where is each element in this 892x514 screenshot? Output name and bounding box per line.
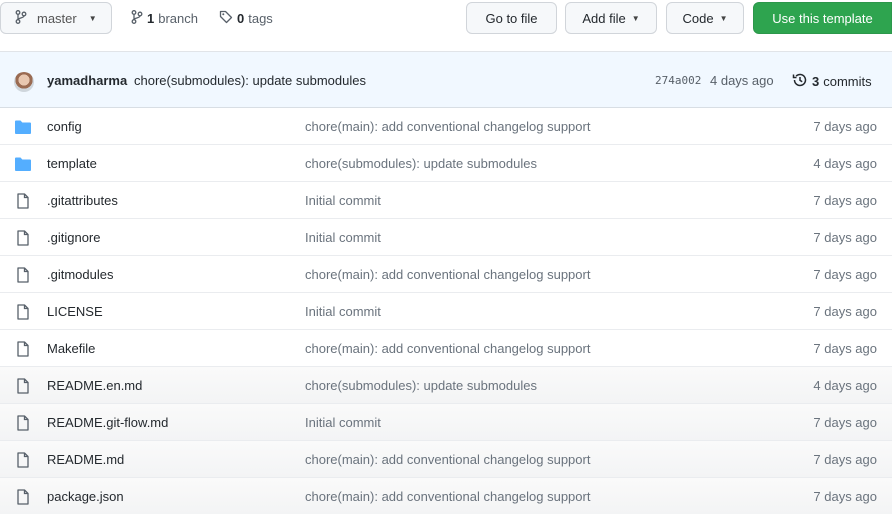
branch-count: 1 [147, 11, 155, 26]
file-row[interactable]: config chore(main): add conventional chan… [0, 108, 892, 145]
file-icon [14, 452, 32, 468]
commit-author[interactable]: yamadharma [47, 73, 127, 88]
branch-icon [15, 9, 27, 27]
commit-age: 4 days ago [710, 73, 774, 88]
file-name-link[interactable]: config [47, 119, 82, 134]
tag-icon [219, 10, 233, 27]
file-row[interactable]: .gitignore Initial commit 7 days ago [0, 219, 892, 256]
use-template-button[interactable]: Use this template [753, 2, 892, 34]
commits-word: commits [823, 74, 872, 89]
file-icon [14, 304, 32, 320]
file-rows: config chore(main): add conventional chan… [0, 108, 892, 514]
file-icon [14, 267, 32, 283]
file-commit-message[interactable]: chore(main): add conventional changelog … [305, 341, 590, 356]
file-commit-age: 7 days ago [813, 341, 877, 356]
file-name-link[interactable]: README.git-flow.md [47, 415, 168, 430]
file-commit-message[interactable]: chore(main): add conventional changelog … [305, 119, 590, 134]
commit-message[interactable]: chore(submodules): update submodules [134, 73, 366, 88]
file-name-link[interactable]: package.json [47, 489, 124, 504]
file-row[interactable]: README.en.md chore(submodules): update su… [0, 367, 892, 404]
file-commit-message[interactable]: chore(main): add conventional changelog … [305, 489, 590, 504]
branch-select-button[interactable]: master ▼ [0, 2, 112, 34]
file-commit-message[interactable]: Initial commit [305, 304, 381, 319]
tags-link[interactable]: 0 tags [219, 10, 273, 27]
file-row[interactable]: README.git-flow.md Initial commit 7 days a… [0, 404, 892, 441]
file-icon [14, 415, 32, 431]
branch-icon [131, 10, 143, 27]
file-commit-message[interactable]: chore(submodules): update submodules [305, 378, 537, 393]
file-row[interactable]: package.json chore(main): add conventiona… [0, 478, 892, 514]
file-commit-message[interactable]: Initial commit [305, 415, 381, 430]
file-row[interactable]: template chore(submodules): update submod… [0, 145, 892, 182]
file-list-box: yamadharma chore(submodules): update sub… [0, 51, 892, 514]
file-commit-age: 7 days ago [813, 489, 877, 504]
branch-name: master [37, 10, 77, 26]
file-commit-age: 7 days ago [813, 452, 877, 467]
commit-sha[interactable]: 274a002 [655, 74, 701, 87]
file-row[interactable]: LICENSE Initial commit 7 days ago [0, 293, 892, 330]
file-name-link[interactable]: .gitmodules [47, 267, 113, 282]
file-commit-age: 7 days ago [813, 304, 877, 319]
file-row[interactable]: Makefile chore(main): add conventional ch… [0, 330, 892, 367]
code-label: Code [682, 10, 714, 26]
go-to-file-label: Go to file [485, 10, 538, 26]
file-commit-age: 7 days ago [813, 230, 877, 245]
folder-icon [14, 156, 32, 172]
file-commit-age: 7 days ago [813, 267, 877, 282]
chevron-down-icon: ▼ [719, 13, 728, 23]
file-commit-age: 7 days ago [813, 119, 877, 134]
file-name-link[interactable]: .gitignore [47, 230, 100, 245]
file-name-link[interactable]: template [47, 156, 97, 171]
chevron-down-icon: ▼ [631, 13, 640, 23]
file-commit-age: 7 days ago [813, 415, 877, 430]
file-name-link[interactable]: README.en.md [47, 378, 142, 393]
latest-commit-bar: yamadharma chore(submodules): update sub… [0, 52, 892, 108]
file-row[interactable]: README.md chore(main): add conventional c… [0, 441, 892, 478]
file-name-link[interactable]: README.md [47, 452, 124, 467]
tag-count: 0 [237, 11, 245, 26]
file-commit-message[interactable]: chore(submodules): update submodules [305, 156, 537, 171]
file-row[interactable]: .gitattributes Initial commit 7 days ago [0, 182, 892, 219]
chevron-down-icon: ▼ [88, 13, 97, 23]
file-icon [14, 378, 32, 394]
file-icon [14, 489, 32, 505]
file-commit-message[interactable]: Initial commit [305, 193, 381, 208]
add-file-label: Add file [582, 10, 626, 26]
code-button[interactable]: Code ▼ [666, 2, 744, 34]
file-commit-age: 4 days ago [813, 156, 877, 171]
file-commit-message[interactable]: chore(main): add conventional changelog … [305, 452, 590, 467]
file-commit-age: 7 days ago [813, 193, 877, 208]
file-icon [14, 341, 32, 357]
commits-count: 3 [812, 74, 820, 89]
use-template-label: Use this template [772, 10, 873, 26]
avatar[interactable] [14, 72, 34, 92]
history-icon [792, 72, 808, 91]
file-icon [14, 193, 32, 209]
file-name-link[interactable]: LICENSE [47, 304, 103, 319]
commits-history-link[interactable]: 3 commits [792, 72, 872, 91]
folder-icon [14, 119, 32, 135]
file-commit-message[interactable]: Initial commit [305, 230, 381, 245]
branches-link[interactable]: 1 branch [131, 10, 198, 27]
file-name-link[interactable]: .gitattributes [47, 193, 118, 208]
go-to-file-button[interactable]: Go to file [466, 2, 557, 34]
file-commit-message[interactable]: chore(main): add conventional changelog … [305, 267, 590, 282]
file-row[interactable]: .gitmodules chore(main): add conventional… [0, 256, 892, 293]
tag-word: tags [248, 11, 273, 26]
branch-word: branch [158, 11, 198, 26]
add-file-button[interactable]: Add file ▼ [565, 2, 657, 34]
file-icon [14, 230, 32, 246]
file-name-link[interactable]: Makefile [47, 341, 95, 356]
file-commit-age: 4 days ago [813, 378, 877, 393]
repo-toolbar: master ▼ 1 branch 0 tags Go to file Add … [0, 0, 892, 40]
